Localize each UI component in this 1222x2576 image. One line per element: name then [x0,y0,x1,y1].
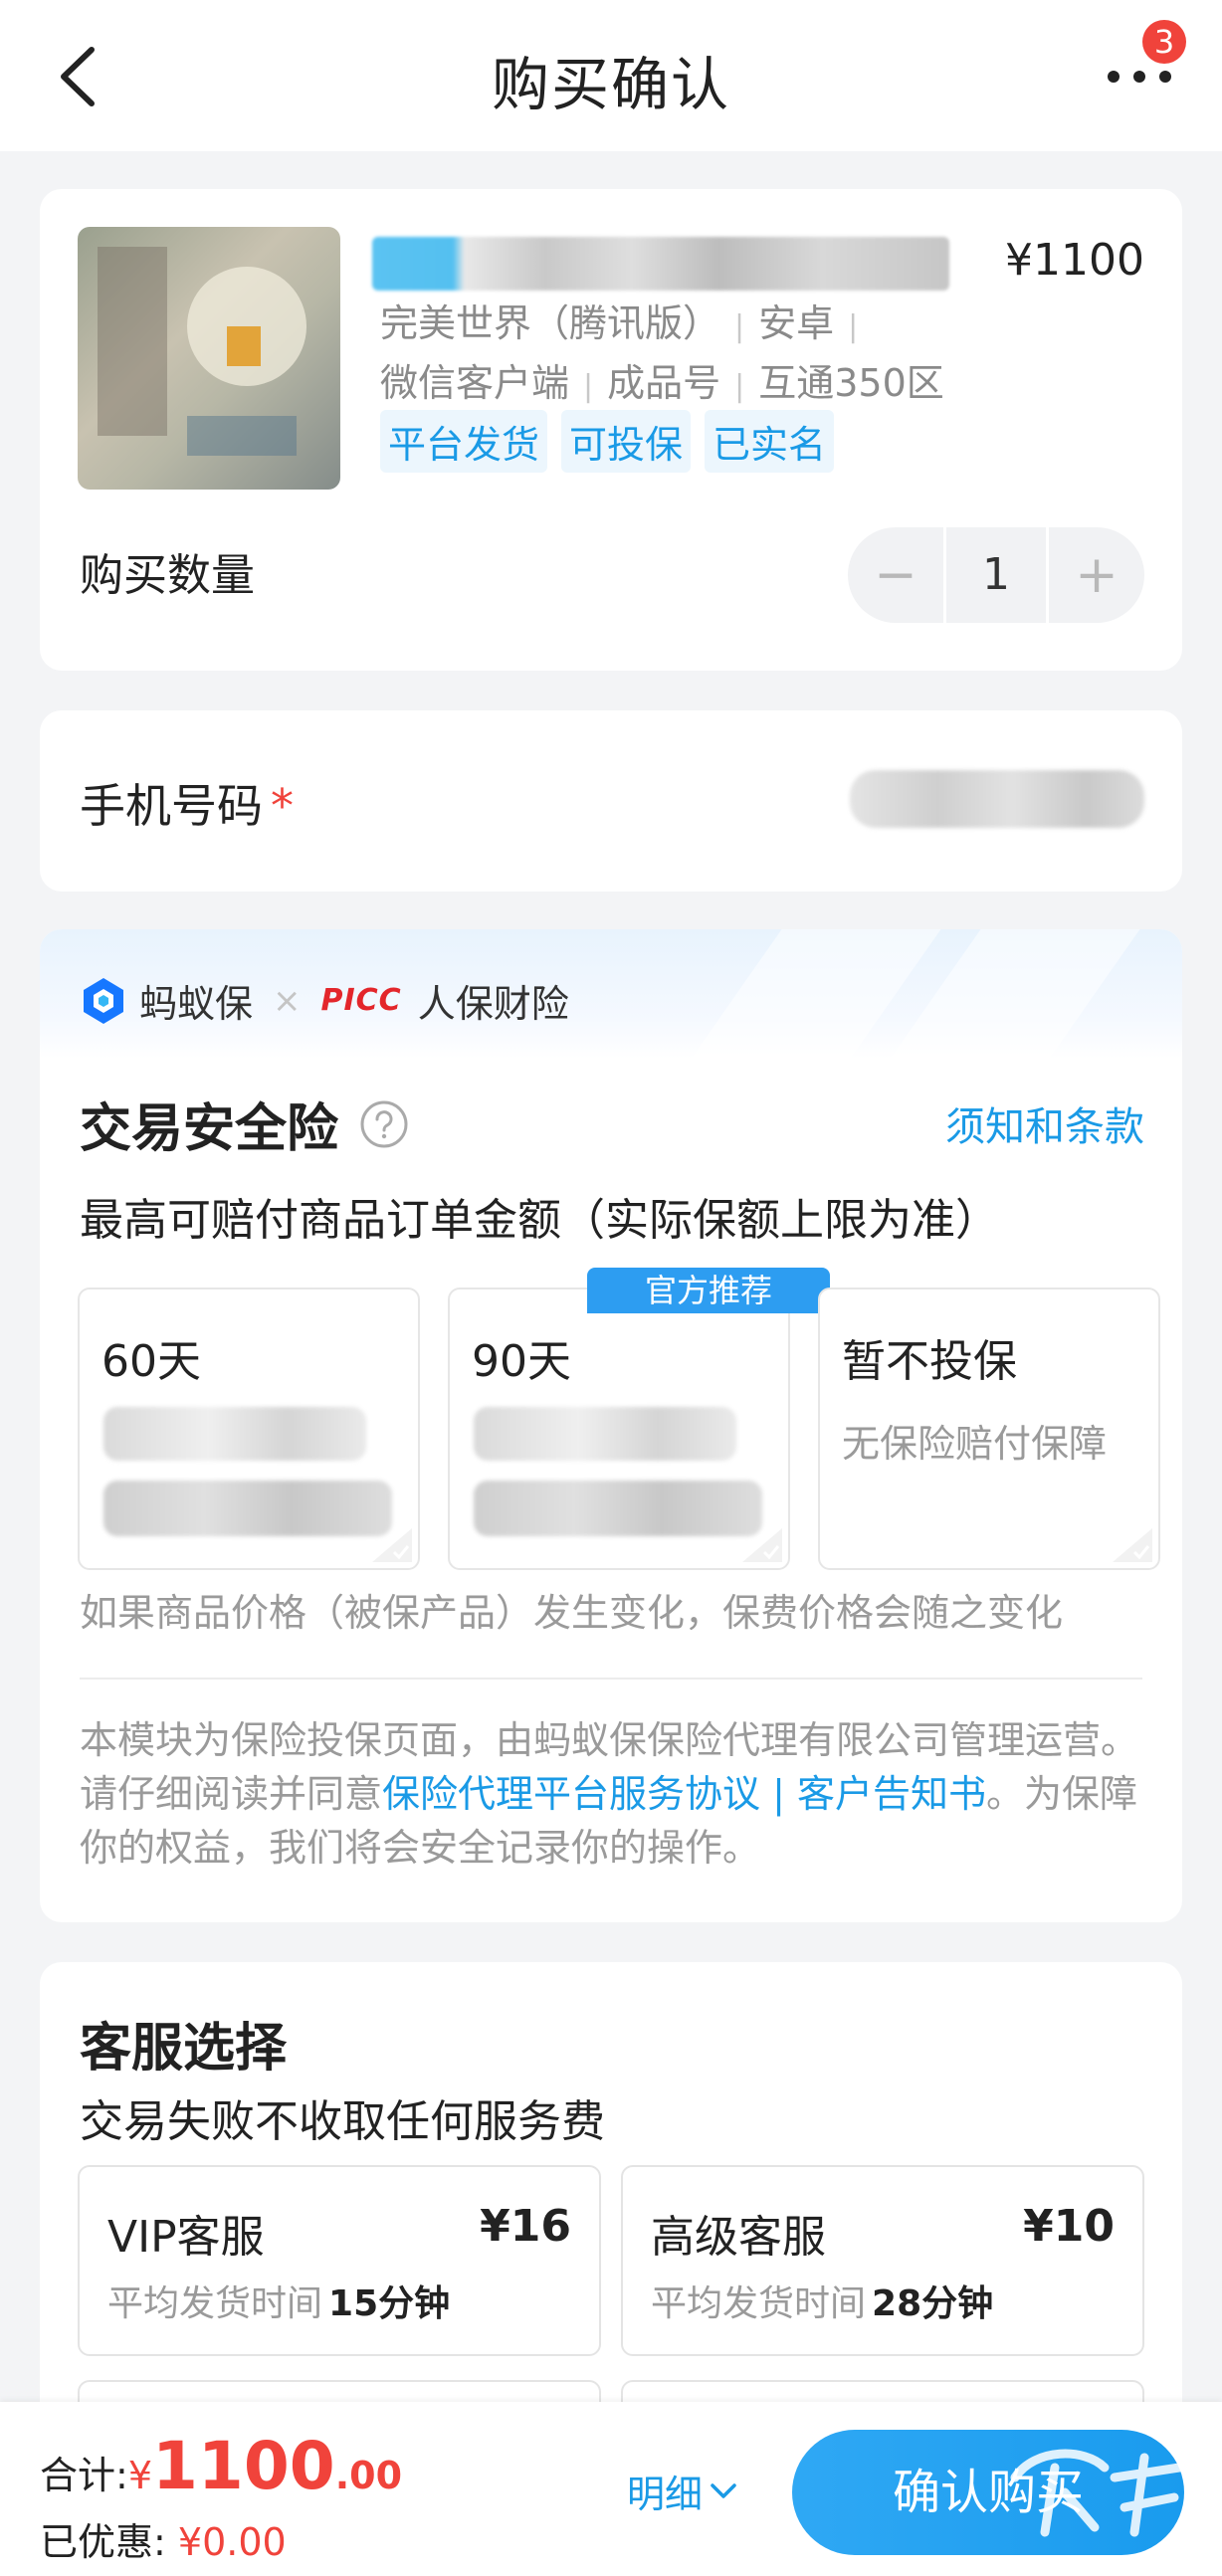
divider [80,1678,1142,1680]
site-watermark-logo [1010,2449,1184,2537]
chevron-down-icon [711,2482,736,2498]
service-price: ¥16 [480,2201,571,2252]
phone-label: 手机号码 * [80,770,294,836]
phone-input-blurred[interactable] [850,770,1144,828]
service-price: ¥10 [1023,2201,1115,2252]
service-option-senior[interactable]: 高级客服 ¥10 平均发货时间 28分钟 [621,2165,1144,2356]
product-tags: 平台发货 可投保 已实名 [380,410,835,473]
top-nav-bar: 购买确认 3 [0,0,1222,151]
option-subtext: 无保险赔付保障 [842,1422,1108,1466]
option-detail-blurred [474,1481,762,1536]
option-price-blurred [474,1407,736,1461]
notification-badge: 3 [1142,20,1186,64]
insurance-brands: 蚂蚁保 × PICC 人保财险 [78,973,569,1028]
option-name: 90天 [472,1336,571,1387]
quantity-value[interactable]: 1 [943,527,1049,623]
tag-platform-delivery: 平台发货 [380,410,548,473]
meta-game: 完美世界（腾讯版） [380,301,721,345]
increment-button[interactable]: + [1049,527,1144,623]
insurance-title: 交易安全险 [80,1087,410,1161]
terms-link[interactable]: 须知和条款 [945,1094,1144,1152]
service-name: 高级客服 [651,2212,826,2263]
quantity-label: 购买数量 [80,550,255,601]
service-time: 平均发货时间 28分钟 [651,2283,994,2324]
option-name: 60天 [102,1336,201,1387]
meta-server: 互通350区 [758,361,944,405]
corner-check-icon [372,1528,412,1562]
total-integer: 1100 [152,2428,335,2504]
total-decimal: .00 [334,2454,403,2497]
quantity-stepper: − 1 + [848,527,1144,623]
insurance-legal-text: 本模块为保险投保页面，由蚂蚁保保险代理有限公司管理运营。请仔细阅读并同意保险代理… [80,1713,1154,1875]
service-description: 交易失败不收取任何服务费 [80,2096,605,2147]
total-amount: 合计: ¥ 1100 .00 [40,2428,402,2504]
picc-logo-icon: PICC [320,983,402,1018]
option-price-blurred [103,1407,366,1461]
page-title: 购买确认 [491,51,730,118]
product-meta-line-2: 微信客户端 | 成品号 | 互通350区 [380,361,944,405]
insurance-option-none[interactable]: 暂不投保 无保险赔付保障 [818,1288,1160,1570]
service-name: VIP客服 [107,2212,265,2263]
service-title: 客服选择 [80,2019,288,2079]
meta-platform: 安卓 [758,301,835,345]
tag-insurable: 可投保 [561,410,692,473]
help-question-icon[interactable] [358,1098,410,1150]
product-card: ¥1100 完美世界（腾讯版） | 安卓 | 微信客户端 | 成品号 | 互通350区 平台发… [40,189,1182,671]
agreement-link[interactable]: 保险代理平台服务协议 | 客户告知书 [382,1772,986,1816]
product-title-blurred [372,237,949,291]
brand-antbao: 蚂蚁保 [139,982,254,1026]
insurance-price-note: 如果商品价格（被保产品）发生变化，保费价格会随之变化 [80,1591,1064,1635]
option-name: 暂不投保 [842,1336,1017,1387]
phone-card: 手机号码 * [40,710,1182,892]
insurance-option-90d[interactable]: 90天 [448,1288,790,1570]
detail-button[interactable]: 明细 [627,2464,738,2518]
insurance-card: 蚂蚁保 × PICC 人保财险 交易安全险 须知和条款 最高可赔付商品订单金额（… [40,929,1182,1922]
tag-verified: 已实名 [705,410,835,473]
currency-symbol: ¥ [127,2454,152,2497]
brand-picc: 人保财险 [417,982,569,1026]
option-detail-blurred [103,1481,392,1536]
corner-check-icon [742,1528,782,1562]
meta-type: 成品号 [607,361,721,405]
insurance-description: 最高可赔付商品订单金额（实际保额上限为准） [80,1195,999,1246]
insurance-title-text: 交易安全险 [80,1099,339,1159]
recommended-badge: 官方推荐 [587,1268,830,1313]
phone-label-text: 手机号码 [80,779,263,833]
detail-label: 明细 [627,2473,704,2516]
required-mark: * [271,779,294,833]
service-option-vip[interactable]: VIP客服 ¥16 平均发货时间 15分钟 [78,2165,601,2356]
corner-check-icon [1113,1528,1152,1562]
discount-value: ¥0.00 [177,2520,287,2564]
total-label: 合计: [40,2454,128,2497]
antbao-logo-icon [84,977,123,1024]
discount-label: 已优惠: [40,2520,166,2564]
service-time: 平均发货时间 15分钟 [107,2283,451,2324]
decrement-button[interactable]: − [848,527,943,623]
meta-client: 微信客户端 [380,361,570,405]
insurance-option-60d[interactable]: 60天 [78,1288,420,1570]
product-meta-line-1: 完美世界（腾讯版） | 安卓 | [380,301,859,345]
brand-separator: × [273,980,302,1021]
more-dots-icon [1108,71,1171,83]
product-thumbnail[interactable] [78,227,340,490]
product-price: ¥1100 [1005,235,1144,286]
checkout-bar: 合计: ¥ 1100 .00 已优惠: ¥0.00 明细 确认购买 [0,2402,1222,2576]
discount-amount: 已优惠: ¥0.00 [40,2511,287,2566]
